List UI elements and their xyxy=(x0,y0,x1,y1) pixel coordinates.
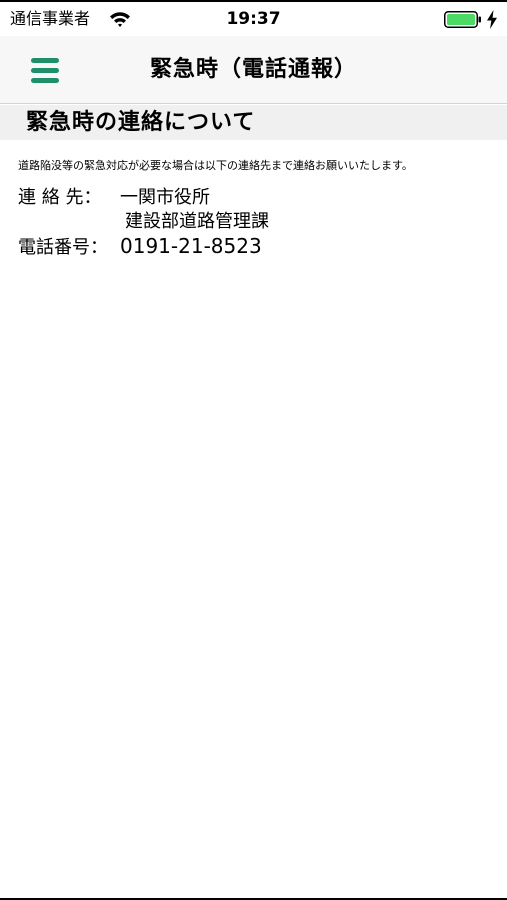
contact-label: 連 絡 先： xyxy=(18,187,102,208)
phone-row: 電話番号： 0191-21-8523 xyxy=(18,234,498,260)
charging-bolt-icon xyxy=(487,10,497,29)
contact-info: 連 絡 先： 一関市役所 建設部道路管理課 電話番号： 0191-21-8523 xyxy=(18,186,498,260)
status-time: 19:37 xyxy=(226,9,281,29)
emergency-notice: 道路陥没等の緊急対応が必要な場合は以下の連絡先まで連絡お願いいたします。 xyxy=(18,159,413,172)
battery-full-icon xyxy=(444,11,481,28)
contact-department: 建設部道路管理課 xyxy=(125,211,269,232)
contact-organization: 一関市役所 xyxy=(120,187,210,208)
phone-label: 電話番号： xyxy=(18,237,108,258)
section-title: 緊急時の連絡について xyxy=(26,110,256,135)
app-screen: 通信事業者 19:37 緊急時（電話通報） 緊急時の連絡について 道路陥没等の緊… xyxy=(0,0,507,900)
page-title: 緊急時（電話通報） xyxy=(149,57,357,82)
status-bar: 通信事業者 19:37 xyxy=(0,2,507,36)
section-header: 緊急時の連絡について xyxy=(0,105,507,140)
phone-number-link[interactable]: 0191-21-8523 xyxy=(120,234,262,258)
contact-row: 連 絡 先： 一関市役所 xyxy=(18,186,498,210)
navigation-bar: 緊急時（電話通報） xyxy=(0,36,507,104)
content-area: 道路陥没等の緊急対応が必要な場合は以下の連絡先まで連絡お願いいたします。 連 絡… xyxy=(18,158,498,260)
contact-department-row: 建設部道路管理課 xyxy=(18,210,498,234)
